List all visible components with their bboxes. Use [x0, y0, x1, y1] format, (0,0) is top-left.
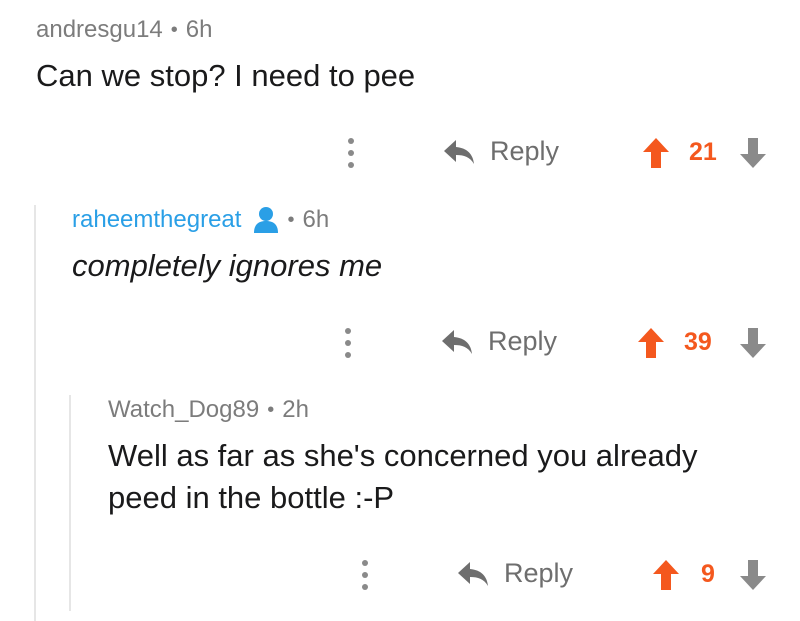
- username[interactable]: raheemthegreat: [72, 206, 241, 234]
- comment-body-line-1: Well as far as she's concerned you alrea…: [108, 438, 698, 473]
- upvote-arrow-icon[interactable]: [641, 136, 671, 170]
- timestamp: 6h: [185, 16, 213, 43]
- reply-button[interactable]: Reply: [442, 136, 559, 167]
- thread-line-level-1: [34, 205, 36, 621]
- upvote-arrow-icon[interactable]: [636, 326, 666, 360]
- user-icon: [254, 207, 279, 233]
- reply-arrow-icon: [458, 561, 488, 586]
- reply-button[interactable]: Reply: [456, 558, 573, 589]
- meta-separator: •: [267, 398, 275, 421]
- reply-arrow-icon: [444, 139, 474, 164]
- username[interactable]: Watch_Dog89: [108, 396, 259, 424]
- reply-button[interactable]: Reply: [440, 326, 557, 357]
- more-options-icon[interactable]: [360, 558, 370, 592]
- reply-label: Reply: [504, 558, 574, 588]
- username[interactable]: andresgu14: [36, 16, 163, 44]
- score: 39: [684, 328, 712, 356]
- score: 9: [701, 560, 715, 588]
- downvote-arrow-icon[interactable]: [738, 558, 768, 592]
- meta-separator: •: [287, 208, 295, 231]
- reply-label: Reply: [488, 326, 558, 356]
- comment-meta: andresgu14 • 6h: [36, 16, 213, 44]
- reply-label: Reply: [490, 136, 560, 166]
- meta-separator: •: [170, 18, 178, 41]
- thread-line-level-2: [69, 395, 71, 611]
- more-options-icon[interactable]: [346, 136, 356, 170]
- upvote-arrow-icon[interactable]: [651, 558, 681, 592]
- comment-body: Can we stop? I need to pee: [36, 58, 416, 93]
- downvote-arrow-icon[interactable]: [738, 136, 768, 170]
- comment-body-line-2: peed in the bottle :-P: [108, 480, 395, 515]
- reply-arrow-icon: [442, 329, 472, 354]
- timestamp: 6h: [302, 206, 330, 233]
- more-options-icon[interactable]: [343, 326, 353, 360]
- comment-meta: Watch_Dog89 • 2h: [108, 396, 309, 424]
- score: 21: [689, 138, 717, 166]
- timestamp: 2h: [282, 396, 309, 423]
- comment-meta: raheemthegreat • 6h: [72, 206, 329, 234]
- downvote-arrow-icon[interactable]: [738, 326, 768, 360]
- comment-body: completely ignores me: [72, 248, 383, 283]
